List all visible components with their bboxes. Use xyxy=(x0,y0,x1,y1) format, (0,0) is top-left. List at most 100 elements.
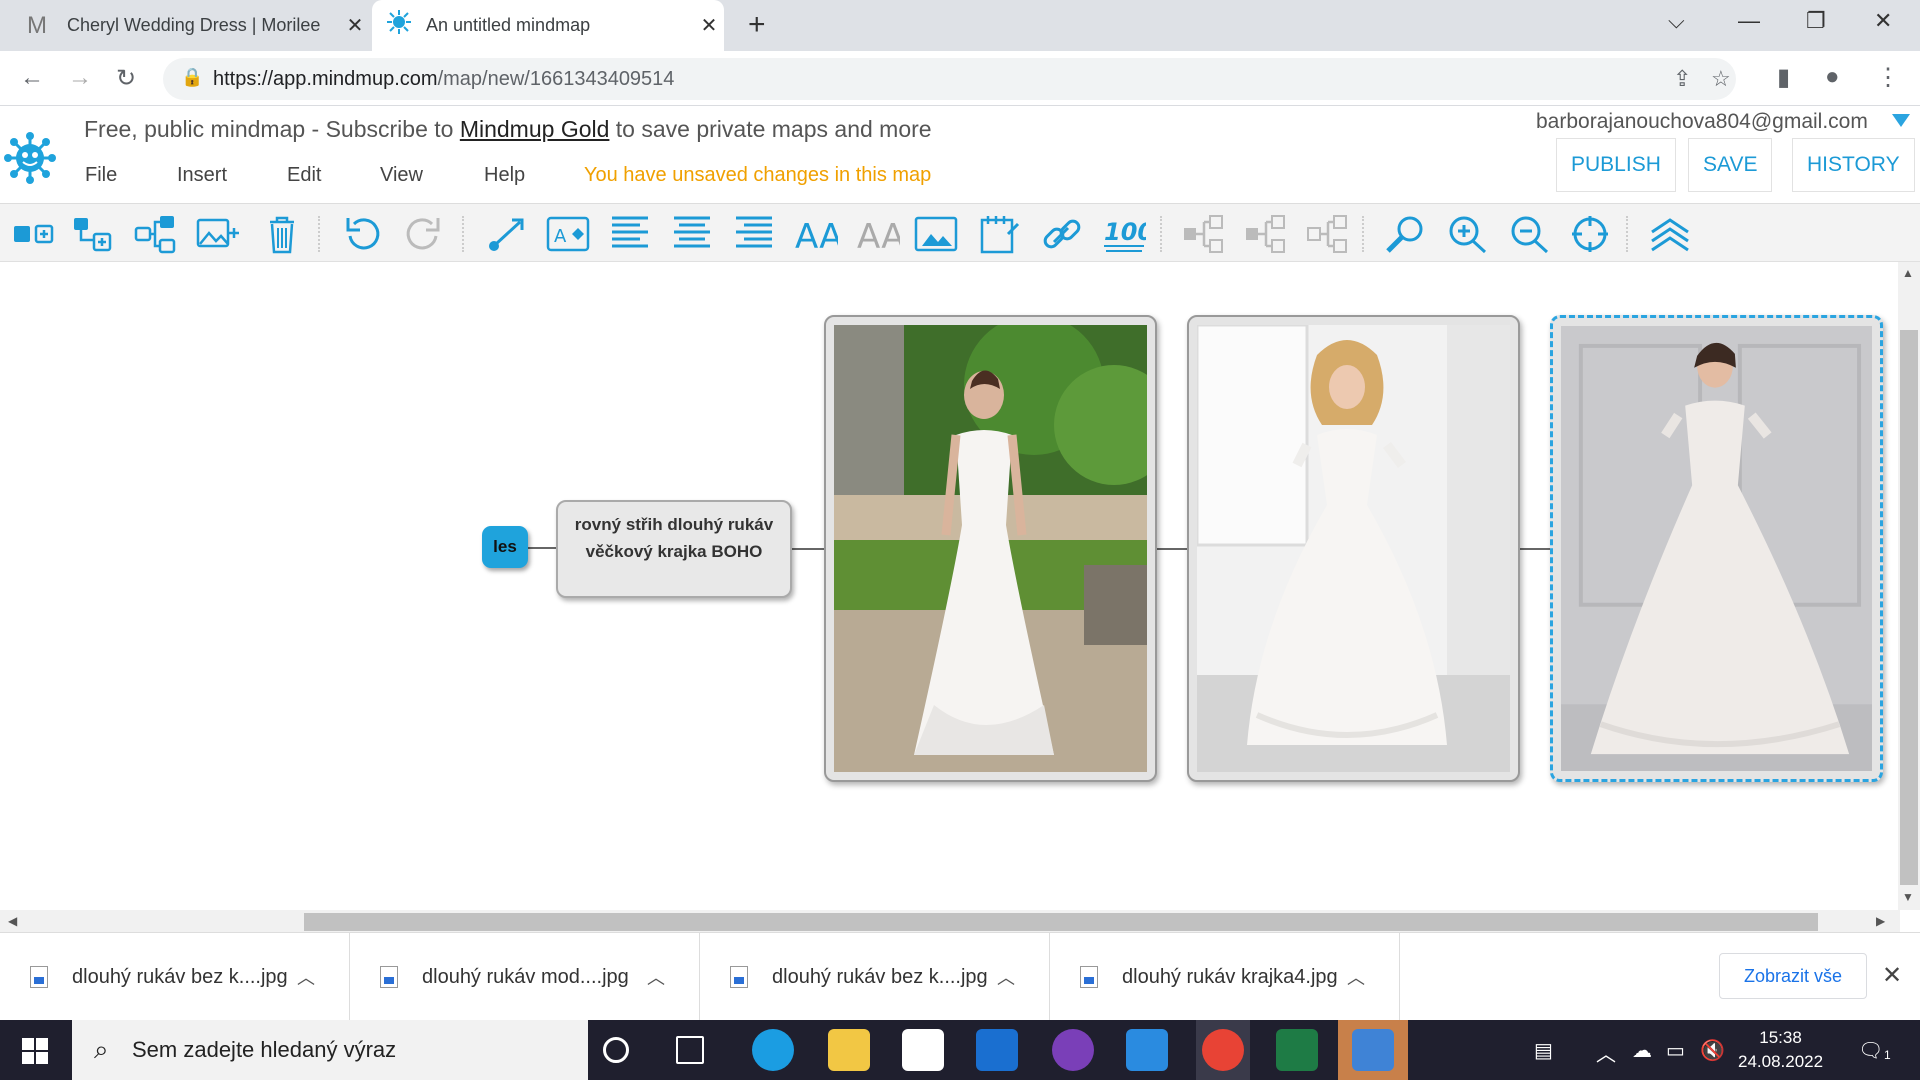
mindmup-logo-icon[interactable] xyxy=(4,132,56,184)
menu-help[interactable]: Help xyxy=(484,164,525,187)
horizontal-scrollbar-thumb[interactable] xyxy=(304,913,1818,931)
chevron-up-icon[interactable]: ︿ xyxy=(1347,964,1365,990)
windows-start-icon[interactable] xyxy=(22,1038,48,1064)
show-all-downloads-button[interactable]: Zobrazit vše xyxy=(1719,953,1867,999)
edge-browser-icon[interactable] xyxy=(752,1029,794,1071)
image-node-2[interactable] xyxy=(1187,315,1520,782)
url-field[interactable]: 🔒 https://app.mindmup.com/map/new/166134… xyxy=(163,58,1736,100)
delete-trash-icon[interactable] xyxy=(260,214,304,254)
bookmark-star-icon[interactable]: ☆ xyxy=(1711,66,1731,92)
clock-time: 15:38 xyxy=(1759,1028,1802,1047)
scroll-up-arrow-icon[interactable]: ▲ xyxy=(1902,266,1914,280)
task-view-icon[interactable] xyxy=(676,1036,704,1064)
show-hidden-icons-chevron-icon[interactable]: ︿ xyxy=(1596,1038,1616,1067)
news-widget-icon[interactable]: ▤ xyxy=(1534,1038,1553,1063)
chevron-up-icon[interactable]: ︿ xyxy=(997,964,1015,990)
battery-icon[interactable]: ▭ xyxy=(1666,1038,1685,1063)
insert-image-icon[interactable] xyxy=(196,214,240,254)
chevron-up-icon[interactable]: ︿ xyxy=(647,964,665,990)
redo-icon[interactable] xyxy=(402,214,446,254)
progress-score-icon[interactable]: 100 xyxy=(1102,214,1154,254)
notifications-icon[interactable]: 🗨 xyxy=(1858,1038,1883,1063)
expand-icon[interactable] xyxy=(1244,214,1288,254)
mindmap-canvas[interactable]: les rovný střih dlouhý rukáv věčkový kra… xyxy=(0,262,1900,910)
restore-icon[interactable]: ❐ xyxy=(1806,8,1826,34)
volume-muted-icon[interactable]: 🔇 xyxy=(1700,1038,1725,1063)
profile-avatar-icon[interactable]: ● xyxy=(1825,63,1840,91)
back-icon[interactable]: ← xyxy=(20,64,44,92)
menu-insert[interactable]: Insert xyxy=(177,164,227,187)
excel-icon[interactable] xyxy=(1276,1029,1318,1071)
photos-icon[interactable] xyxy=(1352,1029,1394,1071)
save-button[interactable]: SAVE xyxy=(1688,138,1773,192)
file-explorer-icon[interactable] xyxy=(828,1029,870,1071)
tab-search-icon[interactable]: ⌵ xyxy=(1668,8,1685,34)
download-item[interactable]: dlouhý rukáv bez k....jpg ︿ xyxy=(0,933,350,1021)
attachment-notes-icon[interactable] xyxy=(978,214,1022,254)
tab-morilee[interactable]: M Cheryl Wedding Dress | Morilee ✕ xyxy=(0,0,370,51)
tab-mindmap[interactable]: An untitled mindmap ✕ xyxy=(372,0,724,51)
reset-view-crosshair-icon[interactable] xyxy=(1568,214,1612,254)
chrome-icon[interactable] xyxy=(1202,1029,1244,1071)
publish-button[interactable]: PUBLISH xyxy=(1556,138,1676,192)
download-item[interactable]: dlouhý rukáv mod....jpg ︿ xyxy=(350,933,700,1021)
add-sibling-icon[interactable] xyxy=(12,214,56,254)
reload-icon[interactable]: ↻ xyxy=(116,64,136,93)
download-item[interactable]: dlouhý rukáv bez k....jpg ︿ xyxy=(700,933,1050,1021)
forward-icon[interactable]: → xyxy=(68,64,92,92)
tab-close-icon[interactable]: ✕ xyxy=(340,13,370,38)
download-item[interactable]: dlouhý rukáv krajka4.jpg ︿ xyxy=(1050,933,1400,1021)
new-tab-button[interactable]: + xyxy=(748,8,766,42)
close-downloads-icon[interactable]: ✕ xyxy=(1882,961,1902,990)
text-node[interactable]: rovný střih dlouhý rukáv věčkový krajka … xyxy=(556,500,792,598)
chevron-up-icon[interactable]: ︿ xyxy=(297,964,315,990)
image-node-1[interactable] xyxy=(824,315,1157,782)
font-size-increase-icon[interactable]: AA xyxy=(794,214,842,257)
tab-close-icon[interactable]: ✕ xyxy=(694,13,724,38)
side-panel-icon[interactable]: ▮ xyxy=(1777,63,1790,92)
menu-file[interactable]: File xyxy=(85,164,117,187)
scroll-right-arrow-icon[interactable]: ▶ xyxy=(1876,914,1885,928)
align-left-icon[interactable] xyxy=(608,214,652,254)
cortana-icon[interactable] xyxy=(603,1037,629,1063)
vertical-scrollbar-thumb[interactable] xyxy=(1900,330,1918,885)
browser-menu-icon[interactable]: ⋮ xyxy=(1876,63,1900,92)
scroll-left-arrow-icon[interactable]: ◀ xyxy=(8,914,17,928)
add-child-icon[interactable] xyxy=(72,214,116,254)
add-parent-icon[interactable] xyxy=(134,214,178,254)
share-icon[interactable]: ⇪ xyxy=(1673,66,1691,92)
minimize-icon[interactable]: — xyxy=(1738,8,1760,34)
account-email[interactable]: barborajanouchova804@gmail.com xyxy=(1536,110,1868,134)
connector-arrow-icon[interactable] xyxy=(486,214,530,254)
scroll-down-arrow-icon[interactable]: ▼ xyxy=(1902,890,1914,904)
menu-view[interactable]: View xyxy=(380,164,423,187)
font-size-decrease-icon[interactable]: AA xyxy=(856,214,904,257)
node-style-icon[interactable]: A xyxy=(546,214,590,254)
account-dropdown-icon[interactable] xyxy=(1892,114,1910,127)
taskbar-clock[interactable]: 15:38 24.08.2022 xyxy=(1738,1026,1823,1074)
history-button[interactable]: HISTORY xyxy=(1792,138,1915,192)
toggle-collapse-icon[interactable] xyxy=(1306,214,1350,254)
svg-text:100: 100 xyxy=(1104,218,1146,246)
vscode-icon[interactable] xyxy=(1126,1029,1168,1071)
mail-icon[interactable] xyxy=(976,1029,1018,1071)
close-window-icon[interactable]: ✕ xyxy=(1874,8,1892,34)
align-center-icon[interactable] xyxy=(670,214,714,254)
zoom-in-icon[interactable] xyxy=(1446,214,1490,254)
mindmup-gold-link[interactable]: Mindmup Gold xyxy=(460,116,610,142)
align-right-icon[interactable] xyxy=(732,214,776,254)
menu-edit[interactable]: Edit xyxy=(287,164,321,187)
root-node[interactable]: les xyxy=(482,526,528,568)
link-icon[interactable] xyxy=(1040,214,1084,254)
image-node-3-selected[interactable] xyxy=(1550,315,1883,782)
zoom-out-icon[interactable] xyxy=(1508,214,1552,254)
github-desktop-icon[interactable] xyxy=(1052,1029,1094,1071)
undo-icon[interactable] xyxy=(340,214,384,254)
find-icon[interactable] xyxy=(1384,214,1428,254)
onedrive-icon[interactable]: ☁ xyxy=(1632,1038,1652,1063)
collapse-icon[interactable] xyxy=(1182,214,1226,254)
hide-toolbar-chevrons-icon[interactable] xyxy=(1648,214,1692,254)
microsoft-store-icon[interactable] xyxy=(902,1029,944,1071)
taskbar-search-box[interactable]: ⌕ Sem zadejte hledaný výraz xyxy=(72,1020,588,1080)
background-image-icon[interactable] xyxy=(914,214,958,254)
